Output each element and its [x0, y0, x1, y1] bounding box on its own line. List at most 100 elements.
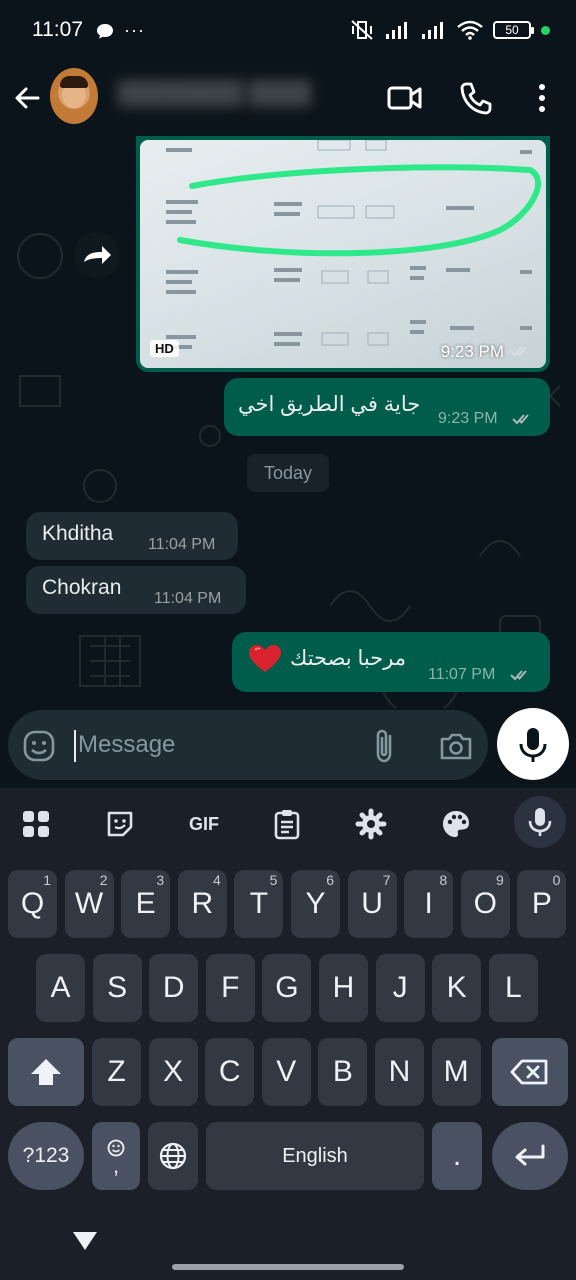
muted-vibrate-icon [351, 20, 373, 40]
message-time: 9:23 PM [438, 410, 498, 427]
key-q[interactable]: Q1 [8, 870, 57, 938]
key-x[interactable]: X [148, 1038, 198, 1106]
voice-message-button[interactable] [497, 708, 569, 780]
key-i[interactable]: I8 [404, 870, 454, 938]
sticker-icon[interactable] [98, 802, 142, 846]
key-v[interactable]: V [261, 1038, 311, 1106]
message-bubble-incoming[interactable]: Chokran 11:04 PM [26, 566, 246, 614]
emoji-comma-key[interactable]: , [92, 1122, 140, 1190]
key-s[interactable]: S [92, 954, 142, 1022]
key-label: P [531, 887, 552, 920]
key-g[interactable]: G [262, 954, 312, 1022]
key-o[interactable]: O9 [460, 870, 510, 938]
key-label: G [275, 971, 299, 1004]
key-label: N [388, 1055, 411, 1088]
key-number-hint: 0 [552, 872, 561, 888]
signal-icon-2 [422, 22, 443, 39]
key-label: X [163, 1055, 184, 1088]
contact-name[interactable]: ████████ ████ [118, 80, 358, 114]
key-number-hint: 8 [439, 872, 448, 888]
image-message-bubble[interactable]: HD 9:23 PM [136, 136, 550, 372]
gif-button[interactable]: GIF [182, 802, 226, 846]
red-heart-emoji-icon [249, 645, 281, 672]
on-screen-keyboard: GIF Q1W2E3R4T5Y6U7I8O9P0ASDFGHJKLZXCVBNM… [0, 788, 576, 1280]
key-h[interactable]: H [319, 954, 368, 1022]
voice-call-icon[interactable] [456, 78, 496, 118]
key-r[interactable]: R4 [177, 870, 227, 938]
key-y[interactable]: Y6 [291, 870, 340, 938]
message-bubble-outgoing[interactable]: جاية في الطريق اخي 9:23 PM [224, 378, 550, 436]
chat-messages-area[interactable]: HD 9:23 PM جاية في الطريق اخي 9:23 PM To… [0, 136, 576, 708]
backspace-key[interactable] [492, 1038, 568, 1106]
key-t[interactable]: T5 [234, 870, 284, 938]
message-input[interactable] [78, 724, 358, 766]
key-label: I [424, 887, 433, 920]
key-f[interactable]: F [205, 954, 255, 1022]
read-receipt-icon [510, 346, 527, 357]
message-bubble-incoming[interactable]: Khditha 11:04 PM [26, 512, 238, 560]
key-b[interactable]: B [318, 1038, 368, 1106]
key-z[interactable]: Z [92, 1038, 141, 1106]
message-text: Chokran [42, 576, 122, 599]
key-u[interactable]: U7 [347, 870, 397, 938]
shift-arrow-icon [31, 1059, 61, 1085]
key-e[interactable]: E3 [121, 870, 171, 938]
message-time: 11:04 PM [154, 590, 222, 607]
voice-typing-microphone-icon[interactable] [514, 796, 566, 848]
apps-grid-icon[interactable] [14, 802, 58, 846]
key-label: W [74, 887, 104, 920]
key-w[interactable]: W2 [64, 870, 114, 938]
back-arrow-icon[interactable] [8, 78, 48, 118]
enter-return-icon [515, 1144, 545, 1166]
language-globe-key[interactable] [148, 1122, 198, 1190]
key-p[interactable]: P0 [517, 870, 567, 938]
image-attachment[interactable]: HD 9:23 PM [140, 140, 546, 368]
key-number-hint: 6 [326, 872, 334, 888]
key-label: M [443, 1055, 469, 1088]
symbols-key[interactable]: ?123 [8, 1122, 84, 1190]
camera-icon[interactable] [438, 728, 474, 764]
message-text: مرحبا بصحتك [290, 647, 407, 670]
key-l[interactable]: L [488, 954, 538, 1022]
settings-gear-icon[interactable] [349, 802, 393, 846]
key-j[interactable]: J [375, 954, 425, 1022]
key-k[interactable]: K [432, 954, 482, 1022]
message-bubble-outgoing[interactable]: مرحبا بصحتك 11:07 PM [232, 632, 550, 692]
more-options-icon[interactable] [522, 78, 562, 118]
theme-palette-icon[interactable] [434, 802, 478, 846]
chat-header: ████████ ████ [0, 60, 576, 136]
key-number-hint: 1 [43, 872, 51, 888]
key-number-hint: 4 [213, 872, 221, 888]
shift-key[interactable] [8, 1038, 84, 1106]
key-number-hint: 5 [269, 872, 278, 888]
key-number-hint: 3 [156, 872, 165, 888]
enter-key[interactable] [492, 1122, 568, 1190]
key-label: Y [305, 887, 326, 920]
key-c[interactable]: C [205, 1038, 255, 1106]
key-label: F [221, 971, 240, 1004]
key-m[interactable]: M [431, 1038, 481, 1106]
key-d[interactable]: D [149, 954, 199, 1022]
photo-content [166, 140, 541, 349]
keyboard-toolbar: GIF [0, 788, 576, 858]
key-label: Z [107, 1055, 126, 1088]
sticker-emoji-icon[interactable] [22, 729, 56, 763]
home-gesture-bar[interactable] [172, 1264, 404, 1270]
key-a[interactable]: A [36, 954, 85, 1022]
contact-avatar[interactable] [50, 68, 98, 124]
key-label: R [191, 887, 214, 920]
key-number-hint: 9 [496, 872, 504, 888]
wifi-icon [457, 20, 483, 40]
forward-icon[interactable] [74, 232, 120, 278]
period-key[interactable]: . [432, 1122, 482, 1190]
video-call-icon[interactable] [384, 78, 424, 118]
hide-keyboard-chevron-icon[interactable] [72, 1230, 98, 1252]
clipboard-icon[interactable] [265, 802, 309, 846]
message-input-container[interactable] [8, 710, 488, 780]
chat-bubble-icon [97, 23, 113, 38]
key-label: J [392, 971, 408, 1004]
comma-label: , [112, 1153, 120, 1178]
key-n[interactable]: N [375, 1038, 424, 1106]
attach-paperclip-icon[interactable] [368, 728, 402, 764]
space-bar[interactable]: English [206, 1122, 424, 1190]
